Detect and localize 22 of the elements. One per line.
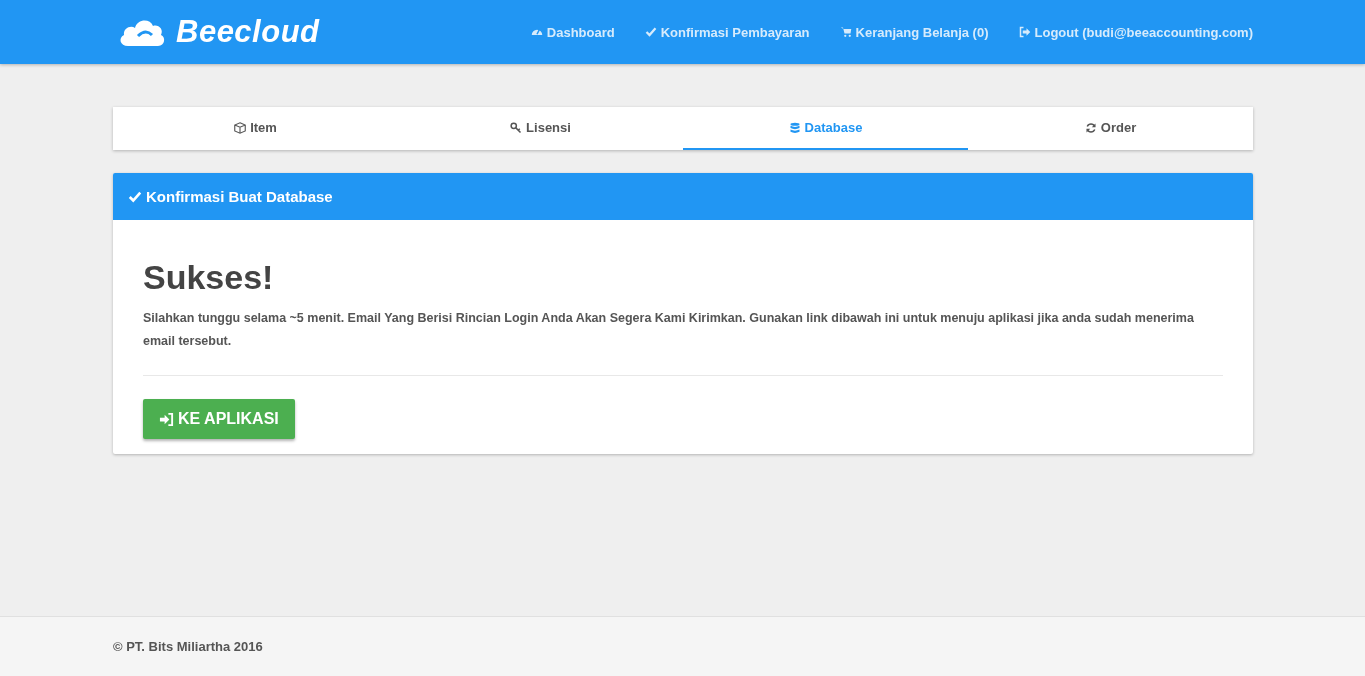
tab[interactable]: Database bbox=[683, 107, 968, 150]
sign-out-icon bbox=[1018, 26, 1031, 38]
nav-link[interactable]: Konfirmasi Pembayaran bbox=[644, 24, 810, 40]
key-icon bbox=[510, 121, 523, 134]
copyright-text: © PT. Bits Miliartha 2016 bbox=[113, 639, 263, 654]
check-icon bbox=[128, 189, 142, 204]
nav-link[interactable]: Dashboard bbox=[530, 24, 615, 40]
tab[interactable]: Lisensi bbox=[398, 107, 683, 150]
nav-link[interactable]: Keranjang Belanja (0) bbox=[839, 24, 989, 40]
cube-icon bbox=[234, 121, 247, 134]
database-icon bbox=[788, 121, 801, 134]
nav-link[interactable]: Logout (budi@beeaccounting.com) bbox=[1018, 24, 1253, 40]
success-heading: Sukses! bbox=[143, 258, 275, 297]
panel-title: Konfirmasi Buat Database bbox=[146, 188, 333, 205]
message-text: Silahkan tunggu selama ~5 menit. Email Yang Berisi Rincian Login Anda Akan Segera Kami Kirimkan. Gunakan link dibawah ini untuk menuju aplikasi jika anda sudah menerima email tersebut. bbox=[143, 310, 1195, 350]
go-to-app-button[interactable]: KE APLIKASI bbox=[143, 399, 295, 439]
tab[interactable]: Order bbox=[968, 107, 1253, 150]
sign-in-icon bbox=[159, 411, 174, 427]
refresh-icon bbox=[1084, 121, 1097, 134]
brand-name[interactable]: Beecloud bbox=[176, 14, 320, 50]
tab[interactable]: Item bbox=[113, 107, 398, 150]
check-icon bbox=[644, 26, 657, 38]
